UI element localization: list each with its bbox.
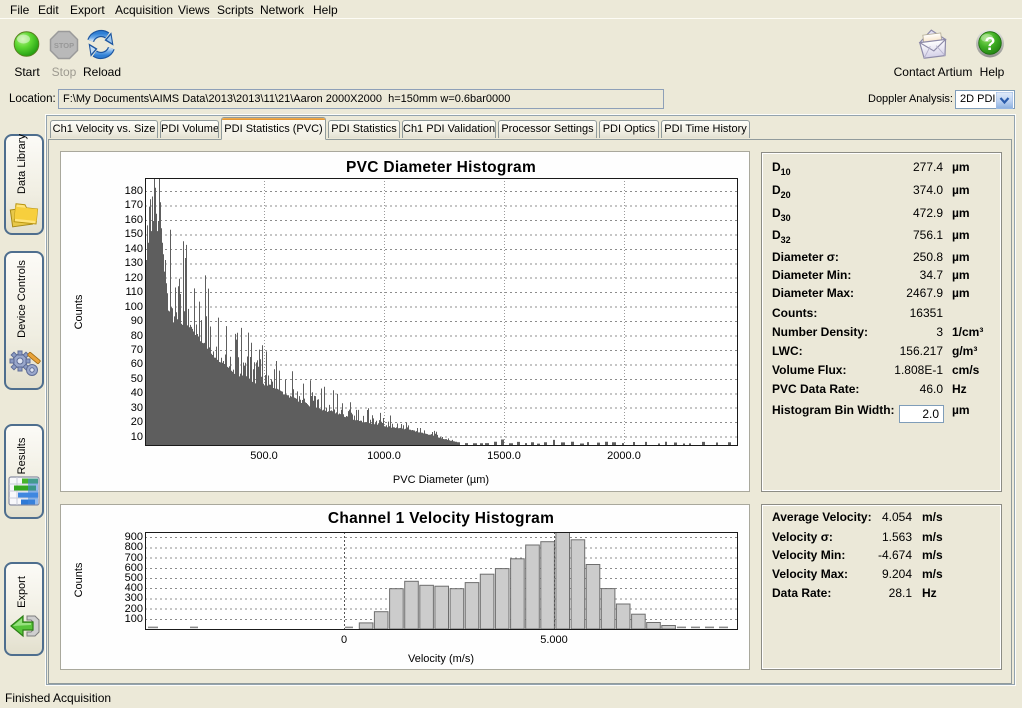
svg-text:?: ? bbox=[985, 34, 996, 54]
svg-text:STOP: STOP bbox=[54, 41, 74, 50]
